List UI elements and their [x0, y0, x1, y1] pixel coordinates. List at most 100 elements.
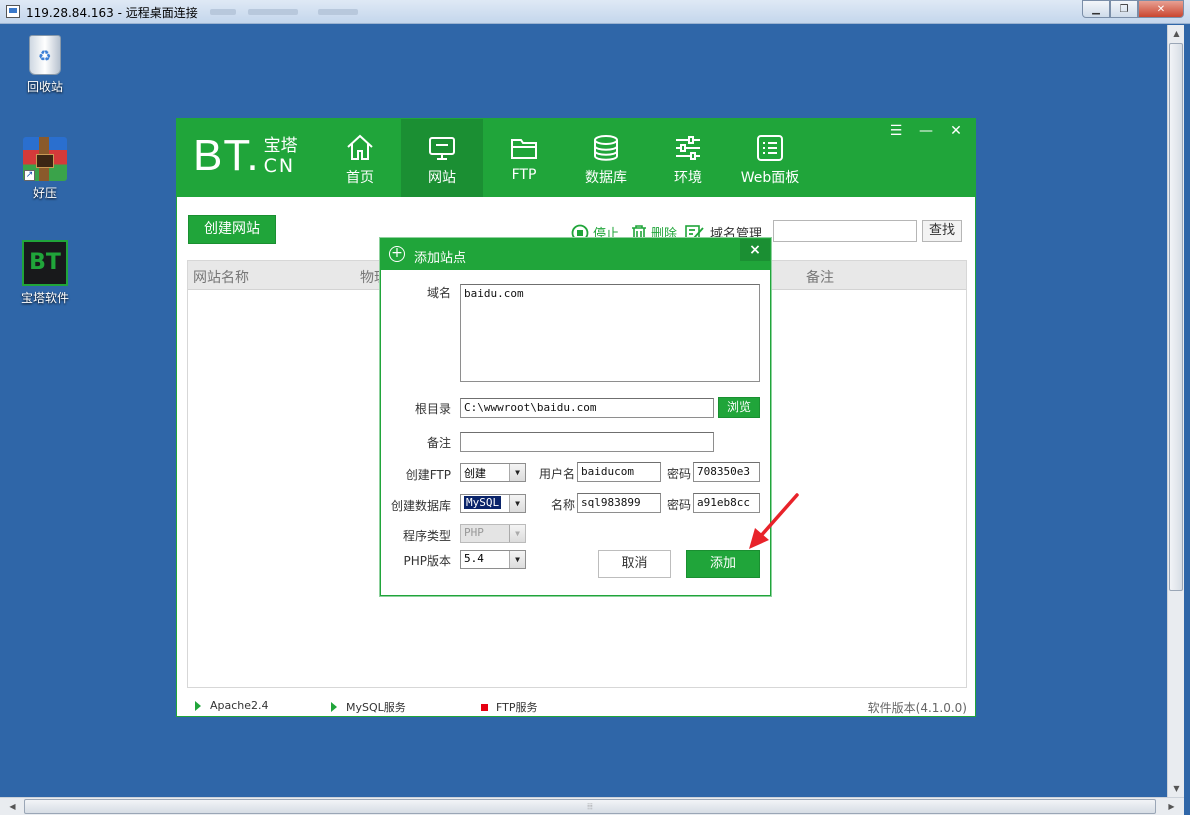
- scroll-left-icon[interactable]: ◀: [4, 798, 21, 815]
- ftp-status[interactable]: FTP服务: [481, 699, 538, 715]
- nav-home[interactable]: 首页: [319, 119, 401, 197]
- nav-label: 环境: [674, 170, 702, 186]
- nav-database[interactable]: 数据库: [565, 119, 647, 197]
- menu-icon[interactable]: ☰: [885, 123, 907, 139]
- nav-ftp[interactable]: FTP: [483, 119, 565, 197]
- php-version-select[interactable]: 5.4 ▼: [460, 550, 526, 569]
- folder-icon: [511, 139, 537, 159]
- db-name-label: 名称: [550, 498, 575, 512]
- domain-textarea[interactable]: baidu.com: [460, 284, 760, 382]
- nav-label: FTP: [511, 167, 537, 183]
- rdp-titlebar: 119.28.84.163 - 远程桌面连接 ▁ ❐ ✕: [0, 0, 1190, 24]
- restore-button[interactable]: ❐: [1110, 0, 1138, 18]
- close-button[interactable]: ✕: [1138, 0, 1184, 18]
- ftp-user-label: 用户名: [538, 467, 575, 481]
- nav-web-panel[interactable]: Web面板: [729, 119, 811, 197]
- program-type-label: 程序类型: [402, 529, 451, 543]
- browse-button[interactable]: 浏览: [718, 397, 760, 418]
- remote-desktop-icon: [6, 5, 20, 18]
- scroll-right-icon[interactable]: ▶: [1163, 798, 1180, 815]
- horizontal-scrollbar[interactable]: ◀ ⦙⦙⦙ ▶: [0, 797, 1184, 815]
- ftp-pass-input[interactable]: 708350e3: [693, 462, 760, 482]
- rdp-window-title: 119.28.84.163 - 远程桌面连接: [26, 6, 198, 20]
- scroll-up-icon[interactable]: ▲: [1168, 25, 1185, 42]
- nav-label: Web面板: [740, 170, 800, 186]
- desktop-icon-recycle-bin[interactable]: 回收站: [12, 35, 78, 95]
- domain-label: 域名: [426, 286, 451, 300]
- ftp-user-input[interactable]: baiducom: [577, 462, 661, 482]
- annotation-arrow-icon: [749, 493, 799, 549]
- running-icon: [195, 700, 201, 711]
- root-dir-input[interactable]: C:\wwwroot\baidu.com: [460, 398, 714, 418]
- running-icon: [331, 702, 337, 712]
- add-button[interactable]: 添加: [686, 550, 760, 578]
- recycle-bin-icon: [29, 35, 61, 75]
- bt-logo: BT. 宝塔 CN: [193, 133, 298, 179]
- title-ghost-shape: [248, 9, 298, 15]
- column-header[interactable]: 备注: [806, 267, 834, 287]
- dialog-close-button[interactable]: ×: [740, 239, 770, 261]
- desktop-icon-label: 好压: [32, 186, 57, 200]
- select-value: 创建: [464, 467, 486, 480]
- shortcut-arrow-icon: ↗: [24, 170, 35, 181]
- title-ghost-shape: [318, 9, 358, 15]
- select-value: MySQL: [464, 496, 502, 509]
- vertical-scrollbar[interactable]: ▲ ▼: [1167, 25, 1184, 797]
- create-ftp-select[interactable]: 创建 ▼: [460, 463, 526, 482]
- desktop-icon-label: 宝塔软件: [20, 291, 69, 305]
- horizontal-scroll-thumb[interactable]: ⦙⦙⦙: [24, 799, 1156, 814]
- nav-label: 数据库: [585, 170, 627, 186]
- monitor-icon: [429, 137, 455, 160]
- column-header[interactable]: 网站名称: [193, 267, 249, 287]
- create-site-button[interactable]: 创建网站: [188, 215, 276, 244]
- logo-domain-text: CN: [263, 155, 296, 177]
- database-icon: [594, 135, 618, 161]
- window-controls: ▁ ❐ ✕: [1082, 0, 1184, 18]
- note-input[interactable]: [460, 432, 714, 452]
- db-pass-label: 密码: [666, 498, 691, 512]
- create-db-select[interactable]: MySQL ▼: [460, 494, 526, 513]
- dialog-header: + 添加站点 ×: [381, 239, 770, 270]
- apache-status[interactable]: Apache2.4: [195, 699, 269, 712]
- nav-environment[interactable]: 环境: [647, 119, 729, 197]
- add-site-dialog: + 添加站点 × 域名 baidu.com 根目录 C:\wwwroot\bai…: [380, 238, 771, 596]
- bt-window-controls: ☰ — ✕: [885, 123, 967, 139]
- mysql-label: MySQL服务: [346, 701, 406, 714]
- mysql-status[interactable]: MySQL服务: [331, 699, 406, 715]
- dialog-title: 添加站点: [414, 251, 467, 266]
- minimize-button[interactable]: —: [915, 123, 937, 139]
- chevron-down-icon: ▼: [509, 495, 525, 512]
- list-icon: [757, 135, 783, 161]
- title-ghost-shape: [210, 9, 236, 15]
- site-search-input[interactable]: [773, 220, 917, 242]
- logo-text: BT.: [193, 131, 260, 180]
- sliders-icon: [676, 136, 700, 160]
- find-button[interactable]: 查找: [922, 220, 962, 242]
- select-value: 5.4: [464, 552, 484, 565]
- nav-website[interactable]: 网站: [401, 119, 483, 197]
- chevron-down-icon: ▼: [509, 525, 525, 542]
- nav-label: 首页: [346, 170, 374, 186]
- software-version: 软件版本(4.1.0.0): [867, 701, 967, 715]
- logo-cn-text: 宝塔: [263, 136, 298, 156]
- apache-label: Apache2.4: [210, 699, 269, 712]
- create-ftp-label: 创建FTP: [405, 468, 451, 482]
- desktop-icon-bt-panel[interactable]: BT 宝塔软件: [12, 240, 78, 306]
- minimize-button[interactable]: ▁: [1082, 0, 1110, 18]
- bt-panel-icon: BT: [22, 240, 68, 286]
- service-status-bar: Apache2.4 MySQL服务 FTP服务 软件版本(4.1.0.0): [177, 693, 975, 717]
- desktop-icon-archive[interactable]: ↗ 好压: [12, 137, 78, 201]
- cancel-button[interactable]: 取消: [598, 550, 671, 578]
- home-icon: [347, 134, 373, 160]
- root-dir-label: 根目录: [414, 402, 451, 416]
- nav-label: 网站: [428, 170, 456, 186]
- close-button[interactable]: ✕: [945, 123, 967, 139]
- db-name-input[interactable]: sql983899: [577, 493, 661, 513]
- program-type-select: PHP ▼: [460, 524, 526, 543]
- scroll-down-icon[interactable]: ▼: [1168, 780, 1185, 797]
- create-db-label: 创建数据库: [390, 499, 451, 513]
- stopped-icon: [481, 703, 488, 711]
- php-version-label: PHP版本: [403, 554, 452, 568]
- main-nav: 首页 网站 FTP 数据库 环境 Web面板: [319, 119, 811, 197]
- vertical-scroll-thumb[interactable]: [1169, 43, 1183, 591]
